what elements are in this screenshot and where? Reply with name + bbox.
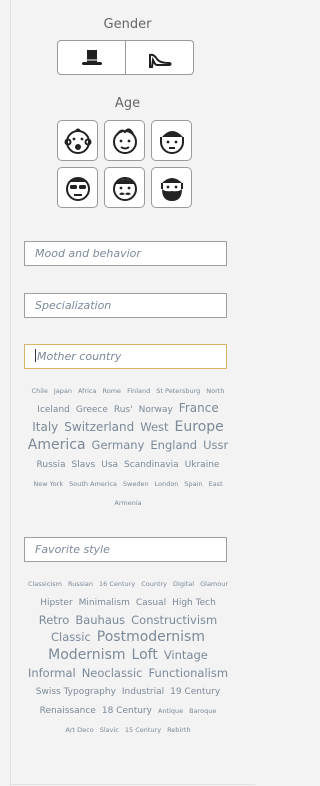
country-tag[interactable]: Norway (139, 403, 173, 418)
country-tag[interactable]: Africa (78, 384, 97, 399)
style-tag[interactable]: Swiss Typography (36, 685, 116, 700)
child-face-icon (112, 127, 137, 154)
mood-input[interactable]: Mood and behavior (24, 241, 227, 266)
age-baby-button[interactable] (57, 120, 98, 161)
style-tag[interactable]: Industrial (122, 685, 164, 700)
country-tag[interactable]: South America (69, 477, 117, 492)
style-tag[interactable]: 16 Century (99, 577, 135, 592)
style-tag[interactable]: 15 Century (125, 723, 161, 738)
style-tag[interactable]: Neoclassic (82, 665, 143, 681)
top-hat-icon (81, 49, 102, 65)
gender-male-button[interactable] (58, 41, 125, 74)
country-tag[interactable]: France (179, 400, 219, 416)
country-tag[interactable]: Russia (37, 458, 66, 473)
bearded-face-icon (160, 177, 183, 201)
country-tag[interactable]: Europe (175, 419, 224, 436)
style-tag[interactable]: Classic (51, 629, 91, 645)
style-tag[interactable]: Rebirth (167, 723, 191, 738)
age-adult-button[interactable] (57, 167, 98, 208)
style-tag[interactable]: Casual (136, 596, 166, 611)
style-tag[interactable]: Postmodernism (97, 629, 205, 646)
mother-country-input[interactable]: Mother country (24, 344, 227, 369)
country-tag[interactable]: Greece (76, 403, 108, 418)
favorite-style-placeholder: Favorite style (35, 543, 110, 556)
age-teen-button[interactable] (151, 120, 192, 161)
style-tag[interactable]: Classicism (28, 577, 62, 592)
country-tag[interactable]: Rus' (114, 403, 133, 418)
style-tag[interactable]: Constructivism (131, 612, 217, 628)
country-tag[interactable]: Armenia (114, 496, 141, 511)
country-tag[interactable]: East (209, 477, 223, 492)
style-tag-cloud: Classicism Russian 16 Century Country Digita… (22, 573, 234, 738)
age-label: Age (114, 96, 141, 111)
favorite-style-input[interactable]: Favorite style (24, 537, 227, 562)
style-tag[interactable]: Country (141, 577, 167, 592)
style-tag[interactable]: Minimalism (79, 596, 130, 611)
style-tag[interactable]: Hipster (40, 596, 72, 611)
style-tag[interactable]: Informal (28, 665, 76, 681)
country-tag[interactable]: Japan (54, 384, 72, 399)
gender-label: Gender (103, 17, 152, 32)
teen-cap-face-icon (159, 130, 184, 154)
country-tag[interactable]: Rome (103, 384, 122, 399)
country-tag-cloud: Chile Japan Africa Rome Finland St Petersburg… (22, 380, 234, 511)
text-caret (35, 349, 36, 362)
age-child-button[interactable] (104, 120, 145, 161)
filter-panel: Gender Age Mood and behavior Specializat… (11, 0, 255, 786)
country-tag[interactable]: Germany (92, 437, 145, 453)
country-tag[interactable]: Sweden (123, 477, 149, 492)
specialization-placeholder: Specialization (35, 299, 112, 312)
country-tag[interactable]: St Petersburg (156, 384, 200, 399)
mother-country-placeholder: Mother country (37, 350, 122, 363)
high-heel-icon (148, 53, 171, 68)
style-tag[interactable]: Bauhaus (75, 612, 125, 628)
baby-face-icon (64, 128, 91, 154)
country-tag[interactable]: New York (33, 477, 63, 492)
style-tag[interactable]: Russian (68, 577, 93, 592)
country-tag[interactable]: Switzerland (64, 419, 134, 435)
bottom-border (11, 784, 255, 785)
style-tag[interactable]: 19 Century (170, 685, 220, 700)
country-tag[interactable]: America (28, 437, 86, 454)
country-tag[interactable]: England (150, 437, 197, 453)
mustache-face-icon (112, 176, 137, 201)
style-tag[interactable]: Retro (39, 612, 70, 628)
style-tag[interactable]: High Tech (172, 596, 216, 611)
style-tag[interactable]: 18 Century (102, 704, 152, 719)
country-tag[interactable]: West (140, 419, 168, 435)
country-tag[interactable]: Chile (32, 384, 48, 399)
gender-female-button[interactable] (125, 41, 193, 74)
mood-placeholder: Mood and behavior (35, 247, 141, 260)
style-tag[interactable]: Vintage (164, 647, 208, 663)
age-senior-button[interactable] (151, 167, 192, 208)
style-tag[interactable]: Renaissance (40, 704, 96, 719)
age-middle-button[interactable] (104, 167, 145, 208)
country-tag[interactable]: North (206, 384, 224, 399)
style-tag[interactable]: Slavic (100, 723, 119, 738)
country-tag[interactable]: Ukraine (185, 458, 220, 473)
country-tag[interactable]: Finland (127, 384, 150, 399)
country-tag[interactable]: Ussr (203, 437, 228, 453)
country-tag[interactable]: London (155, 477, 179, 492)
style-tag[interactable]: Glamour (200, 577, 228, 592)
country-tag[interactable]: Slavs (71, 458, 95, 473)
style-tag[interactable]: Functionalism (148, 665, 228, 681)
country-tag[interactable]: Iceland (37, 403, 70, 418)
style-tag[interactable]: Loft (132, 647, 158, 664)
style-tag[interactable]: Modernism (48, 647, 125, 664)
gender-selector (57, 40, 194, 75)
style-tag[interactable]: Antique (158, 704, 183, 719)
style-tag[interactable]: Art Deco (65, 723, 93, 738)
country-tag[interactable]: Scandinavia (124, 458, 179, 473)
style-tag[interactable]: Baroque (189, 704, 216, 719)
style-tag[interactable]: Digital (173, 577, 194, 592)
sunglasses-face-icon (65, 176, 90, 201)
country-tag[interactable]: Italy (32, 419, 58, 435)
specialization-input[interactable]: Specialization (24, 293, 227, 318)
country-tag[interactable]: Usa (101, 458, 118, 473)
country-tag[interactable]: Spain (184, 477, 202, 492)
